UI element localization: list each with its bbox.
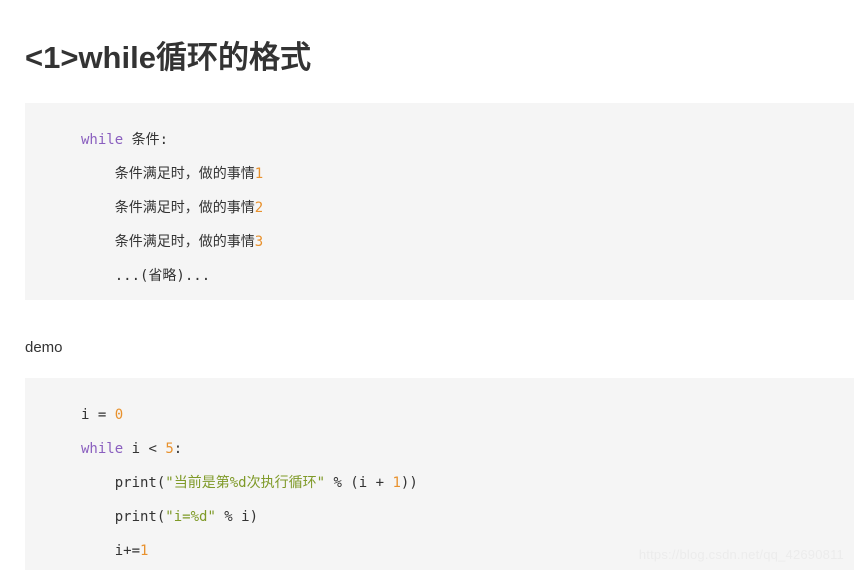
code-token-num: 0 <box>114 407 124 423</box>
code-line: 条件满足时，做的事情2 <box>25 191 854 225</box>
code-line: 条件满足时，做的事情1 <box>25 157 854 191</box>
code-line: i = 0 <box>25 398 854 432</box>
page-title: <1>while循环的格式 <box>25 39 311 75</box>
demo-label: demo <box>25 339 63 356</box>
code-token-plain: 条件满足时，做的事情 <box>114 234 255 250</box>
code-token-plain: print( <box>114 475 166 491</box>
code-token-kw: while <box>81 132 124 148</box>
code-token-str: "当前是第%d次执行循环" <box>165 475 326 491</box>
code-token-num: 1 <box>254 166 264 182</box>
code-line: while i < 5: <box>25 432 854 466</box>
page-root: <1>while循环的格式 while 条件: 条件满足时，做的事情1 条件满足… <box>0 0 854 570</box>
watermark: https://blog.csdn.net/qq_42690811 <box>638 547 844 562</box>
code-token-plain: 条件满足时，做的事情 <box>114 200 255 216</box>
code-token-num: 3 <box>254 234 264 250</box>
code-line: ...(省略)... <box>25 259 854 293</box>
code-token-plain: 条件: <box>123 132 169 148</box>
code-block-while-example: i = 0 while i < 5: print("当前是第%d次执行循环" % … <box>25 378 854 570</box>
code-token-plain: : <box>173 441 183 457</box>
code-token-plain: % (i + <box>325 475 393 491</box>
code-token-num: 5 <box>165 441 174 457</box>
code-token-plain: i+= <box>114 543 141 559</box>
code-token-plain: i = <box>81 407 115 423</box>
code-line: print("当前是第%d次执行循环" % (i + 1)) <box>25 466 854 500</box>
code-token-plain: )) <box>400 475 418 491</box>
code-line: 条件满足时，做的事情3 <box>25 225 854 259</box>
code-block-while-format: while 条件: 条件满足时，做的事情1 条件满足时，做的事情2 条件满足时，… <box>25 103 854 300</box>
code-token-plain: ...(省略)... <box>114 268 211 284</box>
code-token-kw: while <box>81 441 124 457</box>
code-token-num: 1 <box>140 543 149 559</box>
code-token-str: "i=%d" <box>165 509 216 525</box>
code-line: while 条件: <box>25 123 854 157</box>
code-token-num: 1 <box>392 475 401 491</box>
code-token-plain: i < <box>123 441 166 457</box>
code-token-num: 2 <box>254 200 264 216</box>
code-token-plain: print( <box>114 509 166 525</box>
code-line: print("i=%d" % i) <box>25 500 854 534</box>
code-token-plain: 条件满足时，做的事情 <box>114 166 255 182</box>
code-token-plain: % i) <box>215 509 259 525</box>
